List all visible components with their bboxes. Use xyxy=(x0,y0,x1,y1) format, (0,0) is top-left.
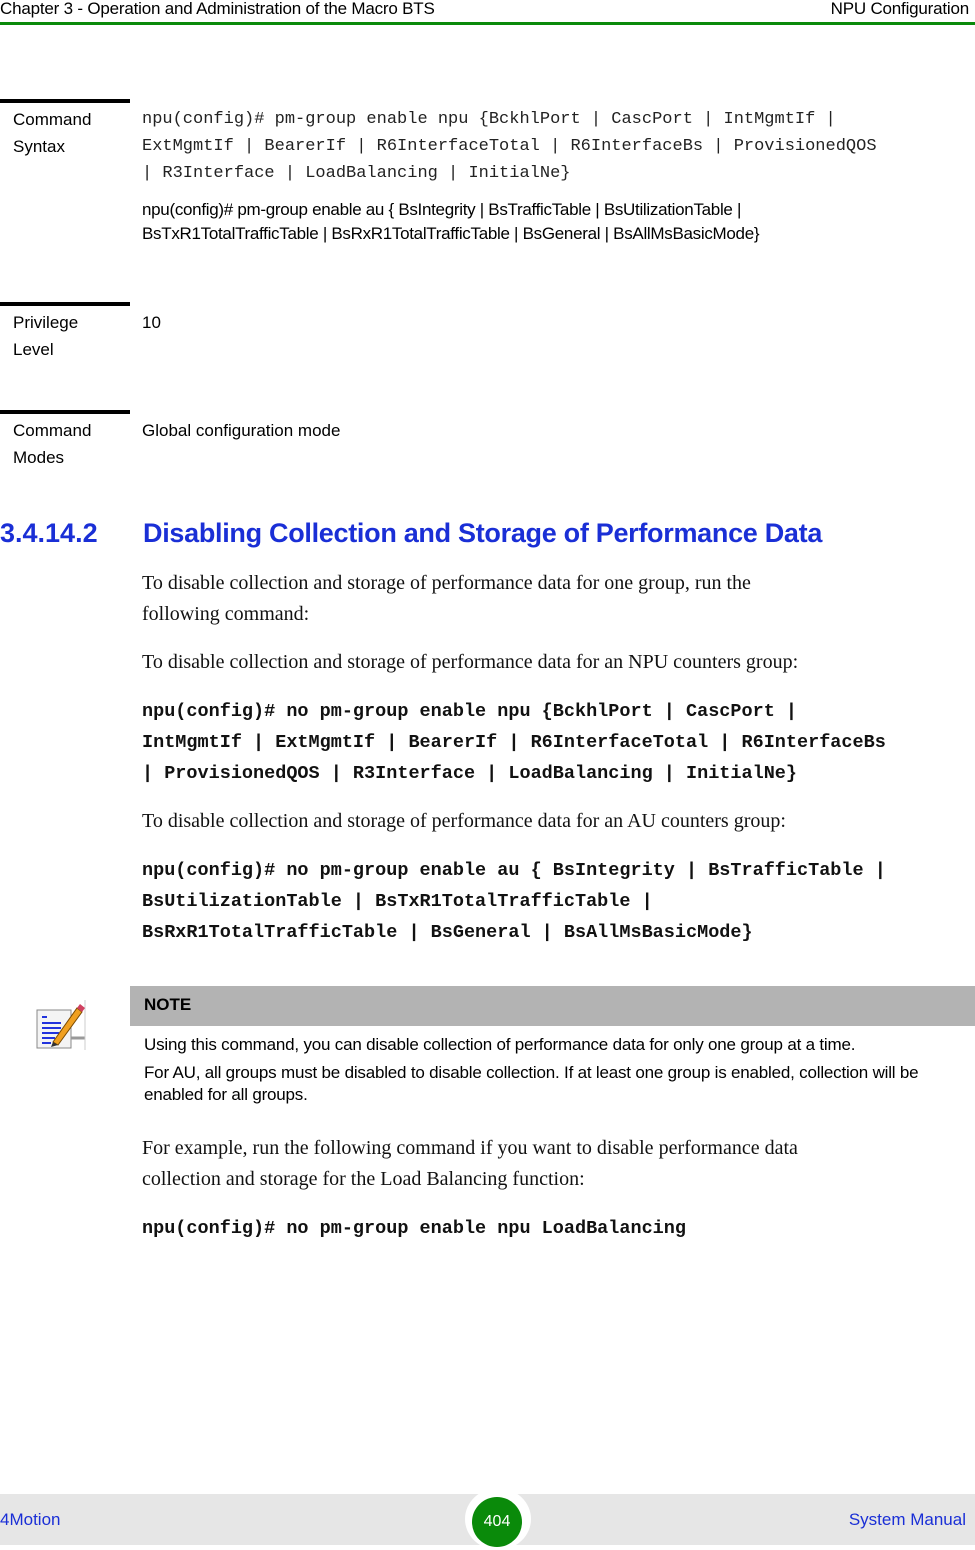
privilege-level-value: 10 xyxy=(142,313,161,332)
note-paragraph: Using this command, you can disable coll… xyxy=(144,1035,856,1054)
page-footer: 4Motion 404 System Manual xyxy=(0,1488,975,1550)
command-syntax-label: Command Syntax xyxy=(13,110,92,156)
npu-syntax: npu(config)# pm-group enable npu {BckhlP… xyxy=(142,110,877,183)
example-paragraph: For example, run the following command i… xyxy=(142,1137,798,1190)
note-pencil-icon xyxy=(33,998,88,1053)
table-rule xyxy=(0,302,130,306)
page-number: 404 xyxy=(472,1497,522,1547)
au-disable-command: npu(config)# no pm-group enable au { BsI… xyxy=(142,860,886,943)
note-box: NOTE Using this command, you can disable… xyxy=(130,986,975,1106)
note-title: NOTE xyxy=(144,995,192,1014)
privilege-level-label: Privilege Level xyxy=(13,313,79,359)
chapter-title: Chapter 3 - Operation and Administration… xyxy=(0,0,435,18)
intro-paragraph: To disable collection and storage of per… xyxy=(142,572,751,625)
au-syntax: npu(config)# pm-group enable au { BsInte… xyxy=(142,200,760,243)
au-intro-paragraph: To disable collection and storage of per… xyxy=(142,810,786,832)
command-syntax-value: npu(config)# pm-group enable npu {BckhlP… xyxy=(142,106,972,246)
npu-disable-command: npu(config)# no pm-group enable npu {Bck… xyxy=(142,701,886,784)
command-modes-label: Command Modes xyxy=(13,421,92,467)
example-command: npu(config)# no pm-group enable npu Load… xyxy=(142,1218,686,1239)
section-number: 3.4.14.2 xyxy=(0,518,98,548)
document-name: System Manual xyxy=(848,1510,966,1529)
section-name: NPU Configuration xyxy=(830,0,970,18)
table-rule xyxy=(0,99,130,103)
command-modes-value: Global configuration mode xyxy=(142,421,341,440)
page-header: Chapter 3 - Operation and Administration… xyxy=(0,0,975,25)
table-rule xyxy=(0,410,130,414)
npu-intro-paragraph: To disable collection and storage of per… xyxy=(142,651,799,673)
product-name: 4Motion xyxy=(0,1510,61,1529)
note-paragraph: For AU, all groups must be disabled to d… xyxy=(144,1063,919,1104)
note-title-bar: NOTE xyxy=(130,986,975,1026)
note-text: Using this command, you can disable coll… xyxy=(130,1034,975,1106)
section-title: Disabling Collection and Storage of Perf… xyxy=(143,518,823,548)
